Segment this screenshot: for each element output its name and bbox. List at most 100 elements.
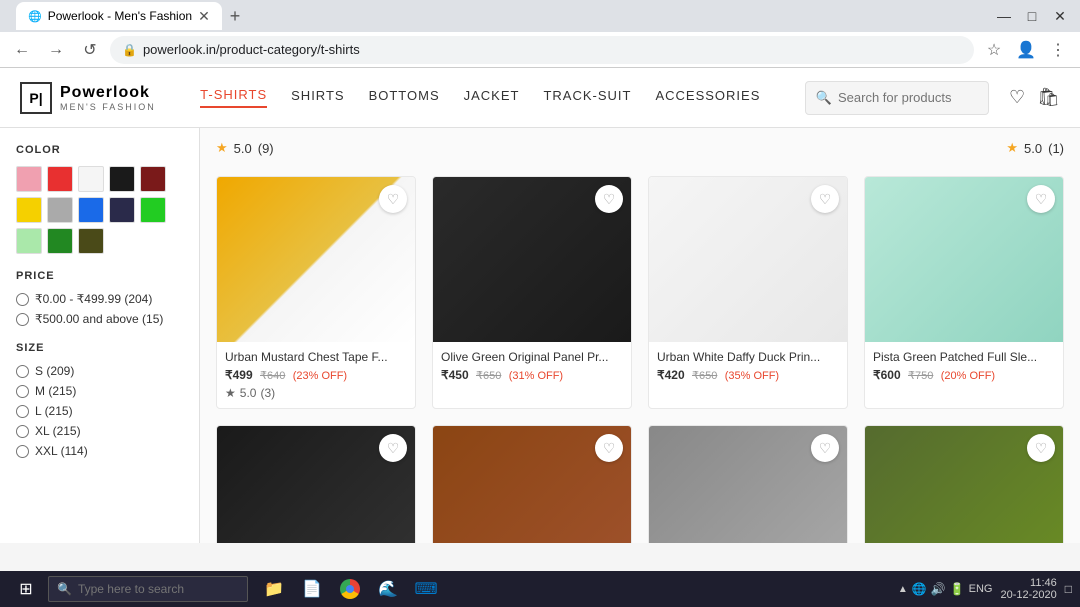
taskbar-search-bar[interactable]: 🔍 <box>48 576 248 602</box>
wishlist-btn-3[interactable]: ♡ <box>1027 185 1055 213</box>
rating-cnt-0: (3) <box>260 386 275 400</box>
wishlist-button[interactable]: ♡ <box>1009 87 1025 108</box>
cart-button[interactable]: 🛍 <box>1037 87 1060 108</box>
close-button[interactable]: ✕ <box>1048 4 1072 28</box>
price-original-1: ₹650 <box>476 370 501 382</box>
product-card-6[interactable]: ♡ Grey Graphic Print Tee... <box>648 425 848 543</box>
size-radio-l[interactable] <box>16 405 29 418</box>
price-discount-1: (31% OFF) <box>509 370 563 382</box>
product-card-7[interactable]: ♡ Olive Casual Full Sleeve... <box>864 425 1064 543</box>
product-card-2[interactable]: ♡ Urban White Daffy Duck Prin... ₹420 ₹6… <box>648 176 848 409</box>
nav-shirts[interactable]: SHIRTS <box>291 88 344 107</box>
size-option-xl[interactable]: XL (215) <box>16 424 183 438</box>
logo[interactable]: P| Powerlook MEN'S FASHION <box>20 82 156 114</box>
bookmark-button[interactable]: ☆ <box>980 36 1008 64</box>
color-white[interactable] <box>78 166 104 192</box>
product-card-5[interactable]: ♡ Rust Brown Casual Shirt... <box>432 425 632 543</box>
color-yellow[interactable] <box>16 197 42 223</box>
price-option-1[interactable]: ₹0.00 - ₹499.99 (204) <box>16 292 183 306</box>
taskbar-icon-chrome[interactable] <box>332 571 368 607</box>
nav-tshirts[interactable]: T-SHIRTS <box>200 87 267 108</box>
taskbar-icon-vscode[interactable]: ⌨ <box>408 571 444 607</box>
back-button[interactable]: ← <box>8 36 36 64</box>
tray-network: 🌐 <box>912 582 927 596</box>
window-controls: — □ ✕ <box>992 4 1072 28</box>
price-radio-2[interactable] <box>16 313 29 326</box>
price-label-1: ₹0.00 - ₹499.99 (204) <box>35 292 152 306</box>
price-option-2[interactable]: ₹500.00 and above (15) <box>16 312 183 326</box>
product-card-4[interactable]: ♡ Black Slim Fit T-Shirt... <box>216 425 416 543</box>
product-image-4: ♡ <box>217 426 415 543</box>
color-navy[interactable] <box>109 197 135 223</box>
tray-arrow[interactable]: ▲ <box>898 584 908 595</box>
nav-jacket[interactable]: JACKET <box>464 88 520 107</box>
lock-icon: 🔒 <box>122 43 137 57</box>
address-bar-right: ☆ 👤 ⋮ <box>980 36 1072 64</box>
wishlist-btn-2[interactable]: ♡ <box>811 185 839 213</box>
price-current-3: ₹600 <box>873 368 901 382</box>
color-dark-green[interactable] <box>47 228 73 254</box>
refresh-button[interactable]: ↺ <box>76 36 104 64</box>
product-name-2: Urban White Daffy Duck Prin... <box>657 350 839 364</box>
start-button[interactable]: ⊞ <box>8 571 44 607</box>
taskbar-icon-files[interactable]: 📄 <box>294 571 330 607</box>
color-gray[interactable] <box>47 197 73 223</box>
color-blue[interactable] <box>78 197 104 223</box>
color-maroon[interactable] <box>140 166 166 192</box>
nav-accessories[interactable]: ACCESSORIES <box>655 88 760 107</box>
size-option-s[interactable]: S (209) <box>16 364 183 378</box>
taskbar-icon-explorer[interactable]: 📁 <box>256 571 292 607</box>
color-red[interactable] <box>47 166 73 192</box>
size-option-m[interactable]: M (215) <box>16 384 183 398</box>
wishlist-btn-5[interactable]: ♡ <box>595 434 623 462</box>
wishlist-btn-6[interactable]: ♡ <box>811 434 839 462</box>
search-bar[interactable]: 🔍 <box>805 81 989 115</box>
taskbar-search-input[interactable] <box>78 582 228 596</box>
nav-bottoms[interactable]: BOTTOMS <box>369 88 440 107</box>
tab-close-button[interactable]: ✕ <box>198 8 210 25</box>
forward-button[interactable]: → <box>42 36 70 64</box>
header-icons: ♡ 🛍 <box>1009 87 1060 108</box>
wishlist-btn-0[interactable]: ♡ <box>379 185 407 213</box>
color-light-green[interactable] <box>16 228 42 254</box>
size-radio-s[interactable] <box>16 365 29 378</box>
color-black[interactable] <box>109 166 135 192</box>
product-image-2: ♡ <box>649 177 847 342</box>
minimize-button[interactable]: — <box>992 4 1016 28</box>
wishlist-btn-1[interactable]: ♡ <box>595 185 623 213</box>
wishlist-btn-4[interactable]: ♡ <box>379 434 407 462</box>
price-original-0: ₹640 <box>260 370 285 382</box>
browser-menu-button[interactable]: ⋮ <box>1044 36 1072 64</box>
star-icon-right: ★ <box>1006 140 1018 156</box>
color-pink[interactable] <box>16 166 42 192</box>
size-label-s: S (209) <box>35 364 74 378</box>
product-name-0: Urban Mustard Chest Tape F... <box>225 350 407 364</box>
size-option-l[interactable]: L (215) <box>16 404 183 418</box>
nav-tracksuit[interactable]: TRACK-SUIT <box>543 88 631 107</box>
color-olive[interactable] <box>78 228 104 254</box>
taskbar-app-icons: 📁 📄 🌊 ⌨ <box>256 571 444 607</box>
product-price-0: ₹499 ₹640 (23% OFF) <box>225 368 407 382</box>
size-option-xxl[interactable]: XXL (114) <box>16 444 183 458</box>
show-desktop-button[interactable]: □ <box>1065 582 1072 596</box>
price-radio-1[interactable] <box>16 293 29 306</box>
size-radio-m[interactable] <box>16 385 29 398</box>
taskbar-icon-edge[interactable]: 🌊 <box>370 571 406 607</box>
browser-tab[interactable]: 🌐 Powerlook - Men's Fashion ✕ <box>16 2 222 30</box>
url-bar[interactable]: 🔒 powerlook.in/product-category/t-shirts <box>110 36 974 64</box>
product-card-3[interactable]: ♡ Pista Green Patched Full Sle... ₹600 ₹… <box>864 176 1064 409</box>
product-info-0: Urban Mustard Chest Tape F... ₹499 ₹640 … <box>217 342 415 408</box>
search-input[interactable] <box>838 90 978 105</box>
color-green[interactable] <box>140 197 166 223</box>
product-card-0[interactable]: ♡ Urban Mustard Chest Tape F... ₹499 ₹64… <box>216 176 416 409</box>
wishlist-btn-7[interactable]: ♡ <box>1027 434 1055 462</box>
new-tab-button[interactable]: + <box>222 2 249 30</box>
main-nav: T-SHIRTS SHIRTS BOTTOMS JACKET TRACK-SUI… <box>176 87 785 108</box>
size-radio-xxl[interactable] <box>16 445 29 458</box>
account-button[interactable]: 👤 <box>1012 36 1040 64</box>
product-price-1: ₹450 ₹650 (31% OFF) <box>441 368 623 382</box>
size-section: SIZE S (209) M (215) L (215) XL (215) <box>16 342 183 458</box>
maximize-button[interactable]: □ <box>1020 4 1044 28</box>
product-card-1[interactable]: ♡ Olive Green Original Panel Pr... ₹450 … <box>432 176 632 409</box>
size-radio-xl[interactable] <box>16 425 29 438</box>
